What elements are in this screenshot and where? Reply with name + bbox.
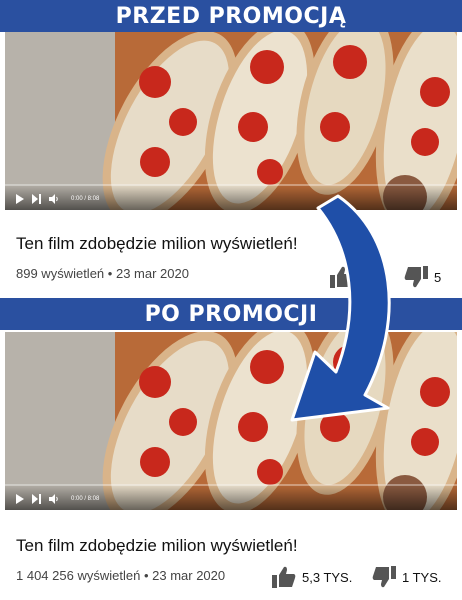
video-title-before[interactable]: Ten film zdobędzie milion wyświetleń! (16, 234, 298, 254)
like-button-after[interactable]: 5,3 TYS. (272, 566, 352, 588)
play-icon[interactable] (15, 194, 24, 204)
next-icon[interactable] (32, 194, 41, 204)
banner-before: PRZED PROMOCJĄ (0, 0, 462, 32)
play-icon[interactable] (15, 494, 24, 504)
video-meta-after: 1 404 256 wyświetleń • 23 mar 2020 (16, 568, 225, 583)
progress-bar-after[interactable] (5, 484, 457, 486)
video-meta-before: 899 wyświetleń • 23 mar 2020 (16, 266, 189, 281)
dislike-count-before: 5 (434, 269, 442, 285)
thumbs-down-icon (404, 266, 428, 288)
meta-separator: • (143, 568, 149, 583)
thumbs-down-icon (372, 566, 396, 588)
banner-after: PO PROMOCJI (0, 298, 462, 330)
thumbs-up-icon (330, 266, 354, 288)
dislike-button-after[interactable]: 1 TYS. (372, 566, 442, 588)
volume-icon[interactable] (49, 494, 59, 504)
banner-after-text: PO PROMOCJI (144, 301, 318, 327)
time-display-before: 0:00 / 8:08 (71, 196, 100, 202)
time-display-after: 0:00 / 8:08 (71, 496, 100, 502)
video-player-after[interactable]: 0:00 / 8:08 (5, 332, 457, 510)
next-icon[interactable] (32, 494, 41, 504)
volume-icon[interactable] (49, 194, 59, 204)
upload-date-before: 23 mar 2020 (115, 266, 189, 281)
player-controls-before: 0:00 / 8:08 (5, 184, 457, 210)
dislike-count-after: 1 TYS. (402, 569, 442, 585)
progress-bar-before[interactable] (5, 184, 457, 186)
dislike-button-before[interactable]: 5 (404, 266, 441, 288)
thumbs-up-icon (272, 566, 296, 588)
like-button-before[interactable] (330, 266, 360, 288)
meta-separator: • (107, 266, 113, 281)
player-controls-after: 0:00 / 8:08 (5, 484, 457, 510)
view-count-after: 1 404 256 wyświetleń (16, 568, 141, 583)
like-count-after: 5,3 TYS. (302, 569, 353, 585)
banner-before-text: PRZED PROMOCJĄ (115, 3, 347, 29)
video-player-before[interactable]: 0:00 / 8:08 (5, 32, 457, 210)
video-title-after[interactable]: Ten film zdobędzie milion wyświetleń! (16, 536, 298, 556)
upload-date-after: 23 mar 2020 (152, 568, 226, 583)
view-count-before: 899 wyświetleń (16, 266, 105, 281)
